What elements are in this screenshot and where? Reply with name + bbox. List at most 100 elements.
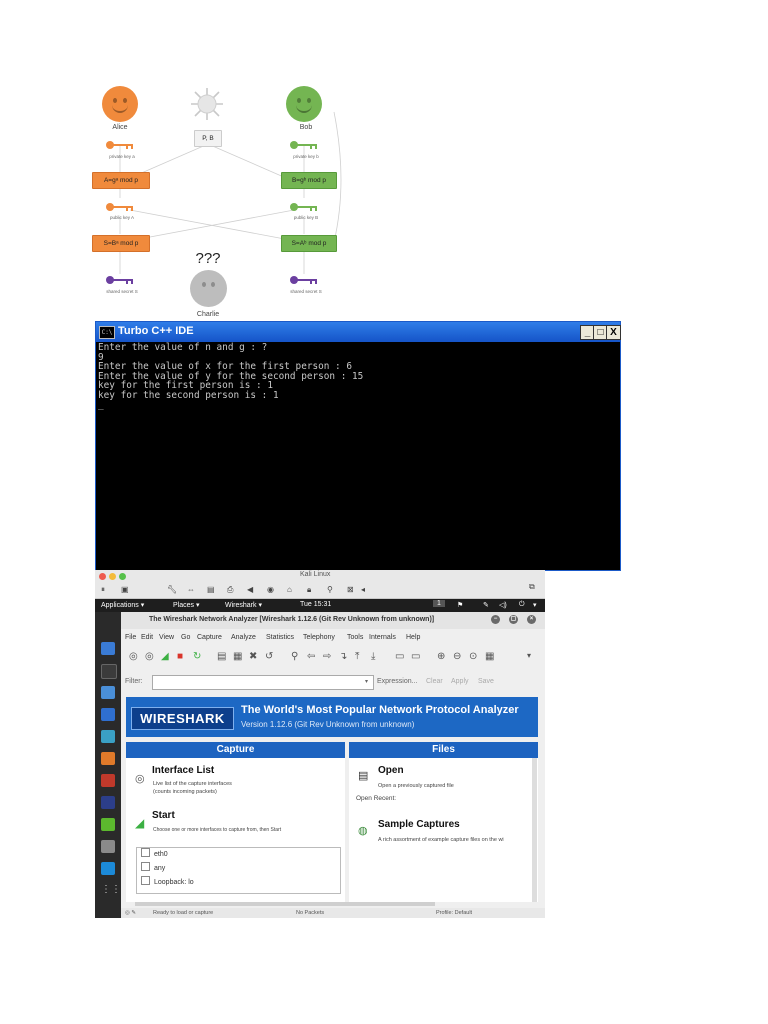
- pause-icon[interactable]: ⏸: [101, 585, 105, 595]
- menu-view[interactable]: View: [159, 634, 174, 641]
- menu-help[interactable]: Help: [406, 634, 420, 641]
- interface-list-icon[interactable]: ◎: [135, 772, 145, 785]
- clock[interactable]: Tue 15:31: [300, 601, 331, 608]
- start-fin-icon[interactable]: ◢: [135, 816, 144, 830]
- scroll-left-icon[interactable]: ◂: [361, 585, 365, 594]
- menu-edit[interactable]: Edit: [141, 634, 153, 641]
- menu-tools[interactable]: Tools: [347, 634, 363, 641]
- lock-icon[interactable]: 🔒︎: [307, 585, 311, 595]
- find-icon[interactable]: ⚲: [291, 651, 298, 662]
- zoom-out-icon[interactable]: ⊖: [453, 651, 461, 662]
- chevron-down-icon[interactable]: ▾: [533, 601, 537, 609]
- interfaces-icon[interactable]: ◎: [129, 651, 138, 662]
- goto-icon[interactable]: ↴: [339, 651, 347, 662]
- maximize-icon[interactable]: ▢: [509, 615, 518, 624]
- applications-menu[interactable]: Applications ▾: [101, 601, 144, 609]
- save-filter-button[interactable]: Save: [478, 678, 494, 685]
- close-dot-icon[interactable]: [99, 573, 106, 580]
- expert-info-icon[interactable]: ◎ ✎: [125, 910, 136, 916]
- app-menu[interactable]: Wireshark ▾: [225, 601, 262, 609]
- wrench-icon[interactable]: 🔧︎: [167, 585, 177, 594]
- sample-captures-link[interactable]: Sample Captures: [378, 819, 460, 830]
- menu-statistics[interactable]: Statistics: [266, 634, 294, 641]
- open-file-icon[interactable]: ▤: [217, 651, 226, 662]
- dock-armitage-icon[interactable]: [101, 730, 115, 743]
- fullscreen-icon[interactable]: ⧉: [529, 582, 535, 592]
- menu-telephony[interactable]: Telephony: [303, 634, 335, 641]
- menu-capture[interactable]: Capture: [197, 634, 222, 641]
- files-scrollbar[interactable]: [532, 758, 537, 902]
- printer-icon[interactable]: ⎙: [227, 585, 233, 595]
- forward-icon[interactable]: ⇨: [323, 651, 331, 662]
- share-icon[interactable]: ⊠: [347, 585, 354, 594]
- zoom-in-icon[interactable]: ⊕: [437, 651, 445, 662]
- places-menu[interactable]: Places ▾: [173, 601, 199, 609]
- reload-icon[interactable]: ↺: [265, 651, 273, 662]
- resize-columns-icon[interactable]: ▦: [485, 651, 494, 662]
- dock-metasploit-icon[interactable]: [101, 708, 115, 721]
- filter-input[interactable]: [152, 675, 374, 690]
- title-bar[interactable]: C:\ Turbo C++ IDE _ □ X: [96, 322, 621, 342]
- start-link[interactable]: Start: [152, 810, 175, 821]
- globe-icon[interactable]: ◍: [358, 824, 368, 837]
- options-icon[interactable]: ◎: [145, 651, 154, 662]
- interface-list[interactable]: eth0 any Loopback: lo: [136, 847, 341, 894]
- interface-row[interactable]: any: [141, 862, 165, 875]
- menu-go[interactable]: Go: [181, 634, 190, 641]
- console-output[interactable]: Enter the value of n and g : ? 9 Enter the…: [98, 343, 616, 567]
- accessibility-icon[interactable]: ⚑: [457, 601, 463, 609]
- close-file-icon[interactable]: ✖: [249, 651, 257, 662]
- first-packet-icon[interactable]: ⤒: [355, 651, 359, 662]
- interface-row[interactable]: Loopback: lo: [141, 876, 194, 889]
- close-button[interactable]: X: [606, 325, 621, 340]
- tools-icon[interactable]: ✎: [483, 601, 489, 609]
- filter-dropdown-icon[interactable]: ▾: [365, 678, 368, 685]
- network-icon[interactable]: ⌂: [287, 585, 292, 594]
- save-file-icon[interactable]: ▦: [233, 651, 242, 662]
- disk-icon[interactable]: ▤: [207, 585, 215, 594]
- minimize-dot-icon[interactable]: [109, 573, 116, 580]
- power-icon[interactable]: ⏻: [519, 601, 525, 609]
- colorize-icon[interactable]: ▭: [395, 651, 404, 662]
- dock-maltego-icon[interactable]: [101, 796, 115, 809]
- interface-row[interactable]: eth0: [141, 848, 168, 861]
- dock-browser-icon[interactable]: [101, 642, 115, 655]
- autoscroll-icon[interactable]: ▭: [411, 651, 420, 662]
- show-apps-icon[interactable]: ⋮⋮: [101, 884, 121, 897]
- restart-capture-icon[interactable]: ↻: [193, 651, 201, 662]
- expression-button[interactable]: Expression...: [377, 678, 417, 685]
- dock-burp-icon[interactable]: [101, 752, 115, 765]
- status-profile[interactable]: Profile: Default: [436, 910, 472, 916]
- workspace-indicator[interactable]: 1: [433, 600, 445, 607]
- dock-editor-icon[interactable]: [101, 818, 115, 831]
- horizontal-scrollbar[interactable]: [135, 902, 435, 906]
- wireshark-title-bar[interactable]: The Wireshark Network Analyzer [Wireshar…: [121, 612, 545, 629]
- zoom-reset-icon[interactable]: ⊙: [469, 651, 477, 662]
- menu-file[interactable]: File: [125, 634, 136, 641]
- interface-checkbox[interactable]: [141, 848, 150, 857]
- interface-list-link[interactable]: Interface List: [152, 765, 214, 776]
- volume-icon[interactable]: ◁): [499, 601, 507, 609]
- stop-capture-icon[interactable]: ■: [177, 651, 183, 662]
- interface-checkbox[interactable]: [141, 876, 150, 885]
- camera-icon[interactable]: ◉: [267, 585, 274, 594]
- open-folder-icon[interactable]: ▤: [358, 769, 368, 782]
- arrows-icon[interactable]: ⇔: [187, 585, 195, 594]
- zoom-dot-icon[interactable]: [119, 573, 126, 580]
- close-icon[interactable]: ×: [527, 615, 536, 624]
- interface-checkbox[interactable]: [141, 862, 150, 871]
- menu-internals[interactable]: Internals: [369, 634, 396, 641]
- minimize-icon[interactable]: −: [491, 615, 500, 624]
- dock-wireshark-icon[interactable]: [101, 862, 115, 875]
- apply-button[interactable]: Apply: [451, 678, 469, 685]
- back-icon[interactable]: ⇦: [307, 651, 315, 662]
- toolbar-overflow-icon[interactable]: ▾: [527, 651, 531, 660]
- dock-settings-icon[interactable]: [101, 840, 115, 853]
- open-link[interactable]: Open: [378, 765, 404, 776]
- dock-files-icon[interactable]: [101, 686, 115, 699]
- usb-icon[interactable]: ⚲: [327, 585, 333, 594]
- speaker-icon[interactable]: ◀︎: [247, 585, 253, 594]
- dock-faraday-icon[interactable]: [101, 774, 115, 787]
- screenshot-icon[interactable]: ▣: [121, 585, 129, 594]
- menu-analyze[interactable]: Analyze: [231, 634, 256, 641]
